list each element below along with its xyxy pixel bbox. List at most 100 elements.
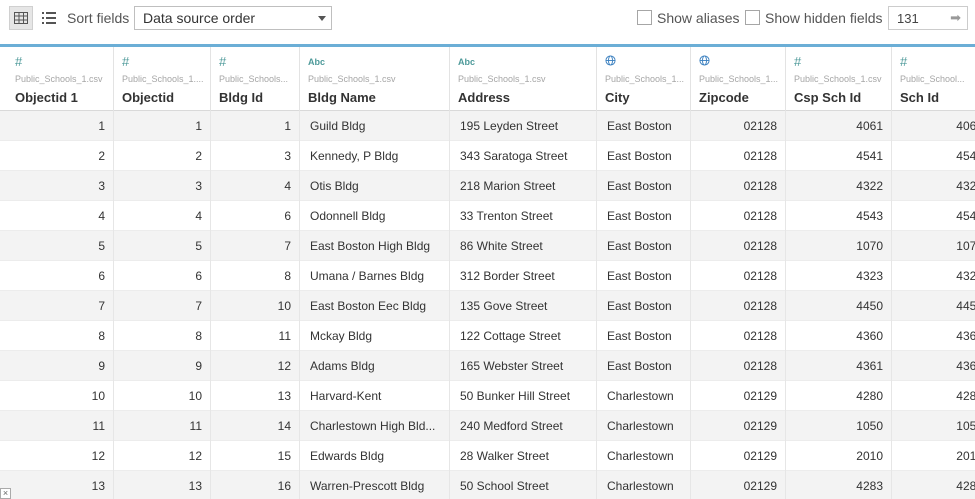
cell-bldg-name[interactable]: Adams Bldg: [300, 351, 450, 381]
cell-city[interactable]: East Boston: [597, 111, 691, 141]
cell-bldg-id[interactable]: 11: [211, 321, 300, 351]
cell-bldg-id[interactable]: 15: [211, 441, 300, 471]
cell-objectid[interactable]: 11: [114, 411, 211, 441]
cell-city[interactable]: East Boston: [597, 351, 691, 381]
table-row[interactable]: 5 5 7 East Boston High Bldg 86 White Street E…: [0, 231, 975, 261]
cell-sch-id[interactable]: 1070: [892, 231, 975, 261]
cell-zipcode[interactable]: 02128: [691, 291, 786, 321]
cell-bldg-id[interactable]: 12: [211, 351, 300, 381]
cell-zipcode[interactable]: 02129: [691, 411, 786, 441]
cell-zipcode[interactable]: 02128: [691, 201, 786, 231]
cell-bldg-name[interactable]: Umana / Barnes Bldg: [300, 261, 450, 291]
cell-bldg-name[interactable]: Charlestown High Bld...: [300, 411, 450, 441]
cell-csp-sch-id[interactable]: 1070: [786, 231, 892, 261]
cell-bldg-id[interactable]: 13: [211, 381, 300, 411]
cell-city[interactable]: East Boston: [597, 201, 691, 231]
cell-city[interactable]: East Boston: [597, 171, 691, 201]
cell-bldg-id[interactable]: 1: [211, 111, 300, 141]
cell-objectid-1[interactable]: 2: [7, 141, 114, 171]
cell-objectid[interactable]: 13: [114, 471, 211, 499]
cell-bldg-name[interactable]: Mckay Bldg: [300, 321, 450, 351]
table-row[interactable]: 8 8 11 Mckay Bldg 122 Cottage Street East Bos…: [0, 321, 975, 351]
cell-bldg-name[interactable]: Warren-Prescott Bldg: [300, 471, 450, 499]
cell-objectid[interactable]: 8: [114, 321, 211, 351]
cell-objectid[interactable]: 6: [114, 261, 211, 291]
cell-zipcode[interactable]: 02128: [691, 351, 786, 381]
cell-objectid-1[interactable]: 5: [7, 231, 114, 261]
table-row[interactable]: 1 1 1 Guild Bldg 195 Leyden Street East Bosto…: [0, 111, 975, 141]
cell-objectid-1[interactable]: 4: [7, 201, 114, 231]
cell-objectid[interactable]: 4: [114, 201, 211, 231]
cell-objectid-1[interactable]: 13: [7, 471, 114, 499]
cell-bldg-name[interactable]: Kennedy, P Bldg: [300, 141, 450, 171]
cell-address[interactable]: 135 Gove Street: [450, 291, 597, 321]
list-view-icon[interactable]: [37, 6, 61, 30]
cell-csp-sch-id[interactable]: 4323: [786, 261, 892, 291]
cell-sch-id[interactable]: 4543: [892, 201, 975, 231]
sort-fields-dropdown[interactable]: Data source order: [134, 6, 332, 30]
cell-sch-id[interactable]: 4541: [892, 141, 975, 171]
cell-objectid[interactable]: 9: [114, 351, 211, 381]
cell-csp-sch-id[interactable]: 4322: [786, 171, 892, 201]
cell-sch-id[interactable]: 4323: [892, 261, 975, 291]
cell-sch-id[interactable]: 4450: [892, 291, 975, 321]
show-aliases-checkbox[interactable]: [637, 10, 652, 25]
cell-objectid-1[interactable]: 9: [7, 351, 114, 381]
cell-bldg-name[interactable]: Guild Bldg: [300, 111, 450, 141]
cell-bldg-id[interactable]: 7: [211, 231, 300, 261]
cell-zipcode[interactable]: 02128: [691, 141, 786, 171]
grid-view-icon[interactable]: [9, 6, 33, 30]
cell-sch-id[interactable]: 4361: [892, 351, 975, 381]
column-header-zipcode[interactable]: Public_Schools_1... Zipcode: [691, 47, 786, 111]
cell-csp-sch-id[interactable]: 4543: [786, 201, 892, 231]
table-row[interactable]: 10 10 13 Harvard-Kent 50 Bunker Hill Street C…: [0, 381, 975, 411]
cell-objectid[interactable]: 5: [114, 231, 211, 261]
cell-bldg-id[interactable]: 10: [211, 291, 300, 321]
table-row[interactable]: 2 2 3 Kennedy, P Bldg 343 Saratoga Street Eas…: [0, 141, 975, 171]
cell-bldg-name[interactable]: East Boston Eec Bldg: [300, 291, 450, 321]
cell-bldg-name[interactable]: Odonnell Bldg: [300, 201, 450, 231]
cell-sch-id[interactable]: 1050: [892, 411, 975, 441]
cell-objectid-1[interactable]: 3: [7, 171, 114, 201]
cell-bldg-name[interactable]: Otis Bldg: [300, 171, 450, 201]
cell-bldg-id[interactable]: 4: [211, 171, 300, 201]
cell-objectid-1[interactable]: 1: [7, 111, 114, 141]
cell-bldg-id[interactable]: 8: [211, 261, 300, 291]
cell-zipcode[interactable]: 02128: [691, 171, 786, 201]
close-icon[interactable]: ×: [0, 488, 11, 499]
cell-address[interactable]: 122 Cottage Street: [450, 321, 597, 351]
row-count-input[interactable]: 131 ➡: [888, 6, 968, 30]
cell-address[interactable]: 28 Walker Street: [450, 441, 597, 471]
cell-city[interactable]: East Boston: [597, 321, 691, 351]
cell-address[interactable]: 50 Bunker Hill Street: [450, 381, 597, 411]
cell-address[interactable]: 312 Border Street: [450, 261, 597, 291]
cell-csp-sch-id[interactable]: 4280: [786, 381, 892, 411]
cell-sch-id[interactable]: 4283: [892, 471, 975, 499]
cell-zipcode[interactable]: 02128: [691, 231, 786, 261]
cell-csp-sch-id[interactable]: 4541: [786, 141, 892, 171]
column-header-bldg-name[interactable]: Abc Public_Schools_1.csv Bldg Name: [300, 47, 450, 111]
cell-address[interactable]: 218 Marion Street: [450, 171, 597, 201]
cell-csp-sch-id[interactable]: 4450: [786, 291, 892, 321]
table-row[interactable]: 7 7 10 East Boston Eec Bldg 135 Gove Street E…: [0, 291, 975, 321]
cell-objectid[interactable]: 12: [114, 441, 211, 471]
cell-zipcode[interactable]: 02129: [691, 471, 786, 499]
table-row[interactable]: 12 12 15 Edwards Bldg 28 Walker Street Charle…: [0, 441, 975, 471]
cell-bldg-id[interactable]: 3: [211, 141, 300, 171]
cell-bldg-id[interactable]: 6: [211, 201, 300, 231]
cell-bldg-name[interactable]: Edwards Bldg: [300, 441, 450, 471]
arrow-right-icon[interactable]: ➡: [950, 10, 961, 26]
cell-city[interactable]: Charlestown: [597, 441, 691, 471]
column-header-sch-id[interactable]: # Public_School... Sch Id: [892, 47, 975, 111]
column-header-csp-sch-id[interactable]: # Public_Schools_1.csv Csp Sch Id: [786, 47, 892, 111]
column-header-bldg-id[interactable]: # Public_Schools... Bldg Id: [211, 47, 300, 111]
cell-objectid-1[interactable]: 12: [7, 441, 114, 471]
column-header-objectid-1[interactable]: # Public_Schools_1.csv Objectid 1: [7, 47, 114, 111]
cell-csp-sch-id[interactable]: 1050: [786, 411, 892, 441]
cell-city[interactable]: Charlestown: [597, 471, 691, 499]
column-header-city[interactable]: Public_Schools_1... City: [597, 47, 691, 111]
table-row[interactable]: 3 3 4 Otis Bldg 218 Marion Street East Boston…: [0, 171, 975, 201]
cell-city[interactable]: East Boston: [597, 291, 691, 321]
cell-bldg-name[interactable]: Harvard-Kent: [300, 381, 450, 411]
column-header-address[interactable]: Abc Public_Schools_1.csv Address: [450, 47, 597, 111]
